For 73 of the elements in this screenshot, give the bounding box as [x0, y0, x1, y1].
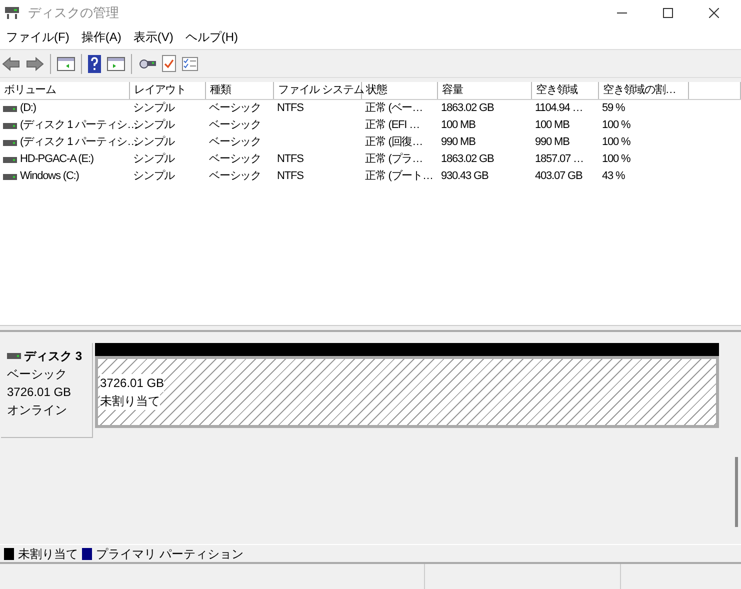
table-cell-text: 100 % — [602, 118, 630, 134]
unallocated-partition[interactable]: 3726.01 GB 未割り当て — [95, 356, 719, 428]
table-cell-text: NTFS — [277, 101, 304, 116]
back-icon[interactable] — [2, 56, 20, 70]
column-header[interactable]: 空き領域の割… — [599, 82, 689, 99]
table-cell-text: 100 MB — [441, 118, 476, 134]
table-cell-text: (D:) — [20, 101, 36, 116]
table-cell-text: 正常 (ベー… — [365, 101, 423, 116]
table-cell-text: 100 % — [602, 152, 630, 168]
table-cell-text: 1857.07 … — [535, 152, 584, 168]
partition-status: 未割り当て — [100, 392, 160, 410]
drive-icon — [3, 138, 17, 146]
drive-icon — [7, 352, 21, 360]
column-header[interactable]: 状態 — [362, 82, 438, 99]
table-cell-text: シンプル — [133, 100, 175, 116]
legend-label: 未割り当て — [18, 546, 78, 562]
column-header[interactable]: ボリューム — [0, 82, 130, 99]
column-header[interactable]: 種類 — [206, 82, 274, 99]
table-cell-text: シンプル — [133, 168, 175, 184]
table-cell-text: 正常 (回復… — [365, 135, 423, 150]
table-cell-text: 990 MB — [441, 135, 476, 150]
table-cell-text: 1104.94 … — [535, 101, 583, 116]
drive-icon — [3, 156, 17, 164]
help-icon[interactable] — [88, 54, 101, 72]
table-cell-text: 正常 (プラ… — [365, 152, 423, 168]
table-cell-text: Windows (C:) — [20, 169, 79, 184]
table-cell-text: 59 % — [602, 101, 625, 116]
disk-management-icon — [4, 6, 20, 20]
maximize-icon — [663, 8, 673, 18]
forward-icon[interactable] — [26, 56, 44, 70]
menu-item[interactable]: ファイル(F) — [0, 25, 76, 49]
column-header[interactable]: 空き領域 — [532, 82, 599, 99]
drive-icon — [3, 122, 17, 130]
table-cell-text: シンプル — [133, 152, 175, 168]
table-cell-text: ベーシック — [209, 152, 262, 168]
action-pane-icon[interactable] — [107, 56, 125, 70]
table-cell-text: NTFS — [277, 169, 304, 184]
checklist-icon[interactable] — [182, 56, 198, 70]
checked-page-icon[interactable] — [162, 55, 176, 72]
table-cell-text: ベーシック — [209, 135, 262, 150]
disk-size: 3726.01 GB — [7, 384, 72, 401]
menu-item[interactable]: 操作(A) — [75, 25, 128, 49]
column-header[interactable]: レイアウト — [130, 82, 206, 99]
drive-icon — [3, 172, 17, 180]
table-cell-text: ベーシック — [209, 169, 262, 184]
table-cell-text: ベーシック — [209, 101, 262, 116]
partition-size: 3726.01 GB — [100, 374, 164, 392]
table-cell-text: 100 % — [602, 135, 630, 150]
table-cell-text: 100 MB — [535, 118, 570, 134]
legend-label: プライマリ パーティション — [96, 546, 244, 562]
column-header[interactable]: 容量 — [438, 82, 532, 99]
table-cell-text: 正常 (EFI … — [365, 118, 420, 134]
table-cell-text: NTFS — [277, 152, 304, 168]
drive-icon — [3, 104, 17, 112]
close-icon — [709, 8, 719, 18]
disk-status: オンライン — [7, 402, 68, 419]
window-title: ディスクの管理 — [28, 4, 119, 22]
table-cell-text: 1863.02 GB — [441, 152, 494, 168]
connect-icon[interactable] — [138, 56, 156, 70]
menu-item[interactable]: 表示(V) — [127, 25, 180, 49]
table-cell-text: 43 % — [602, 169, 625, 184]
menu-item[interactable]: ヘルプ(H) — [179, 25, 244, 49]
table-cell-text: HD-PGAC-A (E:) — [20, 152, 94, 168]
table-cell-text: 正常 (ブート… — [365, 168, 433, 184]
column-header[interactable]: ファイル システム — [274, 82, 362, 99]
table-cell-text: 403.07 GB — [535, 169, 582, 184]
disk-type: ベーシック — [7, 366, 68, 383]
table-cell-text: ベーシック — [209, 118, 262, 134]
console-tree-icon[interactable] — [57, 56, 75, 70]
table-cell-text: 930.43 GB — [441, 169, 488, 184]
table-cell-text: 990 MB — [535, 135, 570, 150]
table-cell-text: 1863.02 GB — [441, 101, 494, 116]
disk-name: ディスク 3 — [24, 348, 82, 365]
